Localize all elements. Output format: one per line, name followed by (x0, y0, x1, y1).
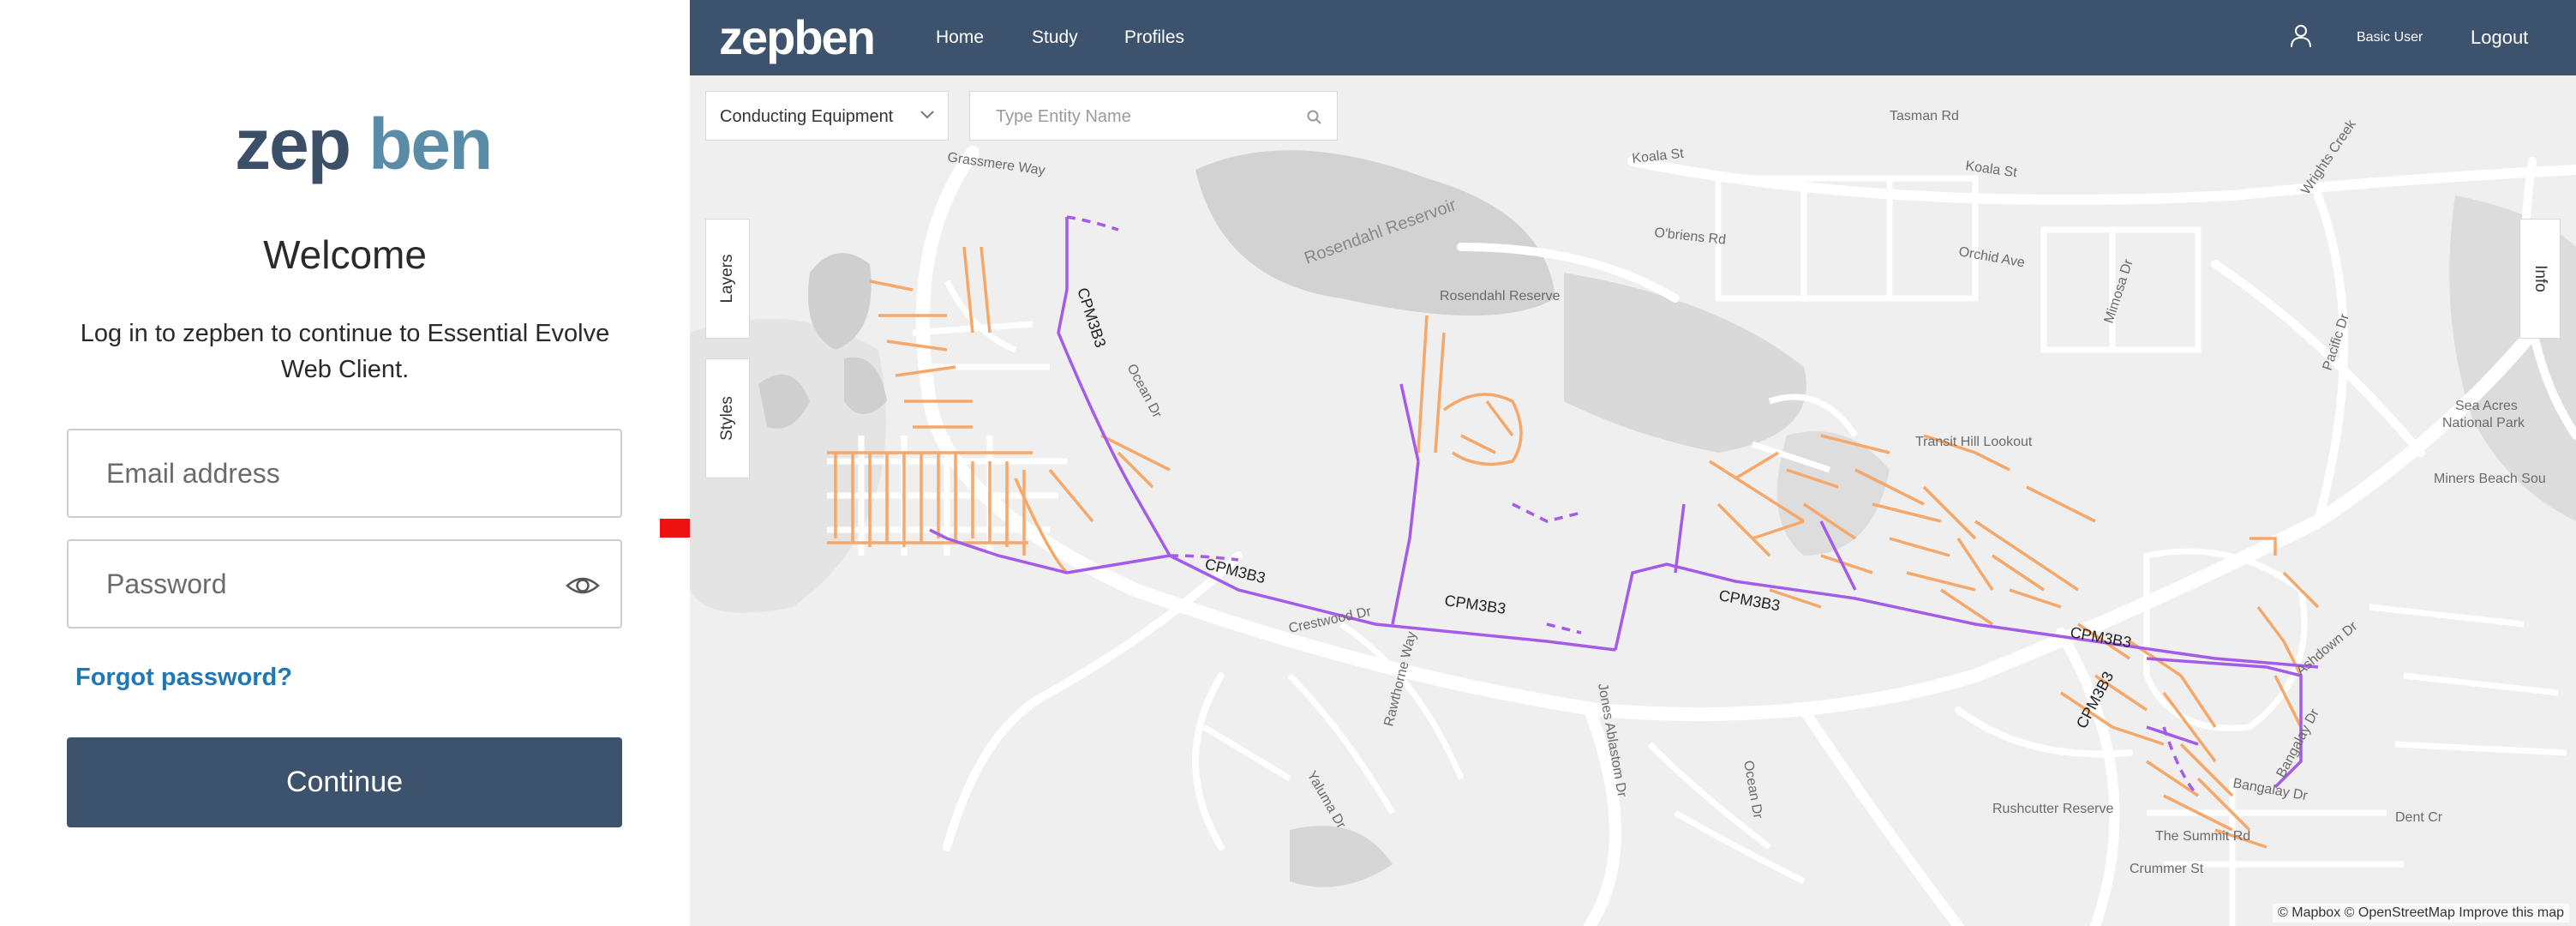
eye-icon[interactable] (566, 570, 600, 601)
tab-styles[interactable]: Styles (705, 358, 750, 478)
zepben-logo: zep ben (223, 86, 493, 189)
svg-text:Dent Cr: Dent Cr (2395, 810, 2443, 825)
svg-text:Rosendahl Reserve: Rosendahl Reserve (1440, 289, 1561, 304)
entity-search-input[interactable]: Type Entity Name (969, 91, 1338, 141)
nav-home[interactable]: Home (936, 0, 984, 75)
svg-text:Sea Acres: Sea Acres (2455, 399, 2518, 413)
map-canvas[interactable]: CPM3B3 CPM3B3 CPM3B3 CPM3B3 CPM3B3 CPM3B… (690, 75, 2576, 926)
email-field[interactable]: Email address (67, 429, 622, 518)
svg-text:The Summit Rd: The Summit Rd (2155, 829, 2250, 844)
logo-text-part1: zep (235, 104, 351, 184)
password-field[interactable]: Password (67, 539, 622, 628)
login-subtitle: Log in to zepben to continue to Essentia… (80, 320, 610, 383)
top-navbar: zepben Home Study Profiles Basic User Lo… (690, 0, 2576, 75)
login-panel: zep ben Welcome Log in to zepben to cont… (0, 0, 690, 926)
tab-layers[interactable]: Layers (705, 219, 750, 339)
tab-styles-label: Styles (718, 396, 736, 441)
entity-search-placeholder: Type Entity Name (996, 107, 1131, 126)
svg-text:Crummer St: Crummer St (2130, 862, 2204, 876)
logout-button[interactable]: Logout (2471, 0, 2528, 75)
password-placeholder: Password (106, 568, 227, 599)
welcome-heading: Welcome (263, 232, 427, 277)
continue-button[interactable]: Continue (67, 737, 622, 827)
svg-text:Tasman Rd: Tasman Rd (1890, 109, 1959, 123)
user-label[interactable]: Basic User (2357, 0, 2423, 75)
nav-study[interactable]: Study (1032, 0, 1078, 75)
entity-type-value: Conducting Equipment (720, 107, 894, 126)
svg-text:Miners Beach Sou: Miners Beach Sou (2434, 472, 2546, 486)
map-attribution[interactable]: © Mapbox © OpenStreetMap Improve this ma… (2273, 904, 2569, 923)
navbar-logo[interactable]: zepben (719, 5, 876, 70)
email-placeholder: Email address (106, 458, 280, 489)
svg-text:Transit Hill Lookout: Transit Hill Lookout (1915, 435, 2033, 449)
user-icon[interactable] (2290, 24, 2312, 48)
network-map[interactable]: CPM3B3 CPM3B3 CPM3B3 CPM3B3 CPM3B3 CPM3B… (690, 75, 2576, 926)
tab-info[interactable]: Info (2519, 219, 2561, 339)
chevron-down-icon (920, 111, 934, 119)
nav-profiles[interactable]: Profiles (1124, 0, 1184, 75)
entity-type-select[interactable]: Conducting Equipment (705, 91, 949, 141)
tab-info-label: Info (2531, 265, 2549, 292)
logo-text-part2: ben (368, 104, 493, 184)
svg-text:Rushcutter Reserve: Rushcutter Reserve (1992, 802, 2113, 816)
search-icon (1307, 110, 1321, 124)
svg-text:National Park: National Park (2442, 416, 2525, 430)
forgot-password-link[interactable]: Forgot password? (75, 664, 292, 692)
web-client-app: zepben Home Study Profiles Basic User Lo… (690, 0, 2576, 926)
tab-layers-label: Layers (718, 254, 736, 304)
